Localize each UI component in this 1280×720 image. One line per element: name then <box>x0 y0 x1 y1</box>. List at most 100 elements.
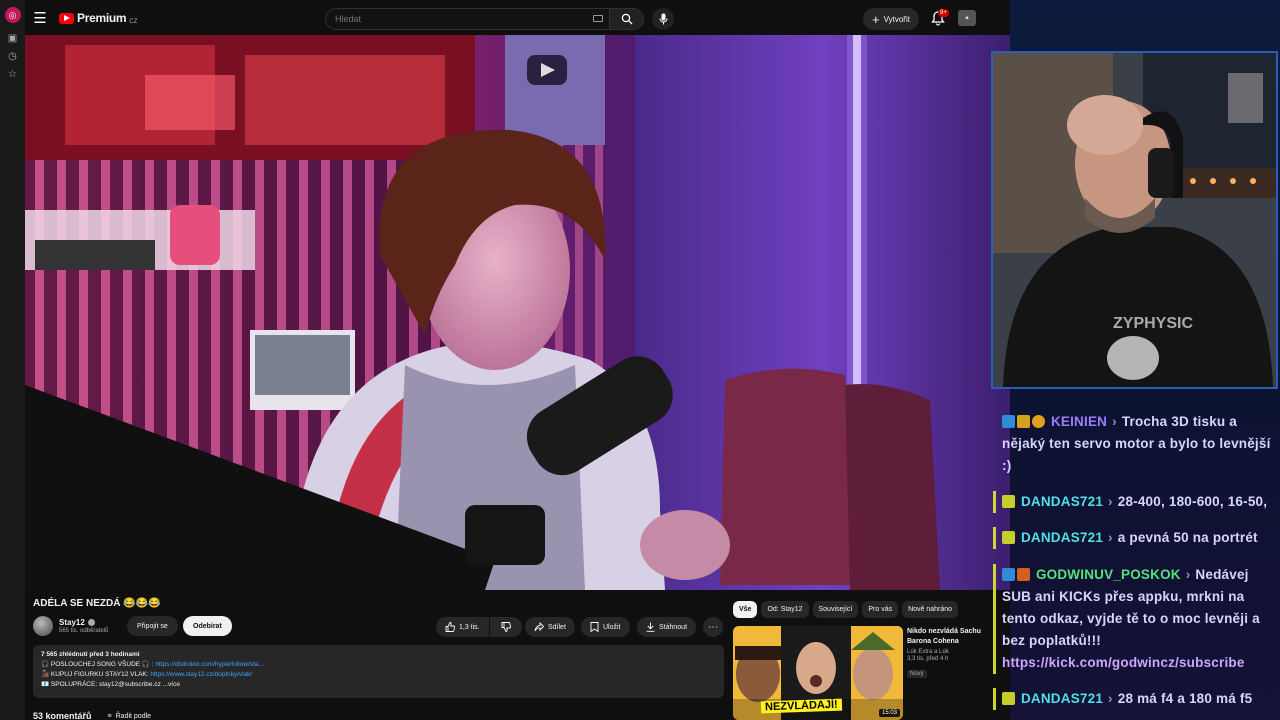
download-icon <box>646 622 655 632</box>
shirt-print: ZYPHYSIC <box>1113 315 1193 332</box>
more-dots-icon: ⋯ <box>708 621 718 633</box>
subscribe-button[interactable]: Odebírat <box>183 616 232 636</box>
video-frame-image <box>25 35 1010 590</box>
show-more-link[interactable]: ...více <box>163 681 180 688</box>
browser-logo-icon[interactable]: ◎ <box>4 7 21 23</box>
chat-highlight-bar <box>993 564 996 674</box>
keyboard-icon[interactable] <box>593 15 603 22</box>
hamburger-menu-icon[interactable]: ☰ <box>25 0 55 36</box>
download-label: Stáhnout <box>659 623 688 631</box>
recommended-video-thumbnail[interactable]: NEZVLÁDAJÍ! 15:03 <box>733 626 903 720</box>
logo-region: CZ <box>129 19 138 25</box>
badge-cube-icon <box>1002 415 1015 428</box>
account-avatar[interactable]: ▲ <box>958 10 976 26</box>
description-line-1-label: 🎧 POSLOUCHEJ SONG VŠUDE 🎧 : <box>41 661 156 668</box>
badge-crown-icon <box>1017 568 1030 581</box>
badge-gift-icon <box>1032 415 1045 428</box>
recommended-channel: Lúk Extra a Lúk <box>907 649 949 655</box>
chat-message: DANDAS721 › a pevná 50 na portrét <box>993 527 1273 549</box>
notification-count-badge: 9+ <box>938 9 949 17</box>
description-line-1: 🎧 POSLOUCHEJ SONG VŠUDE 🎧 : https://dist… <box>41 660 716 670</box>
more-actions-button[interactable]: ⋯ <box>703 617 723 637</box>
microphone-icon <box>659 13 667 25</box>
badge-crown-icon <box>1002 531 1015 544</box>
chat-message: GODWINUV_POSKOK › Nedávej SUB ani KICKs př… <box>993 564 1273 674</box>
bookmark-icon <box>590 622 599 632</box>
thumbs-up-icon <box>445 622 455 632</box>
badge-crown-icon <box>1002 495 1015 508</box>
channel-info[interactable]: Stay12 565 tis. odběratelů <box>33 616 108 636</box>
logo-text: Premium <box>77 11 127 25</box>
youtube-logo[interactable]: Premium CZ <box>59 11 137 25</box>
webcam-image: ZYPHYSIC <box>993 53 1276 387</box>
sort-comments-button[interactable]: ≡ Řadit podle <box>108 713 152 720</box>
youtube-play-icon <box>59 12 74 24</box>
chat-username[interactable]: DANDAS721 <box>1021 691 1103 706</box>
chat-text: 28-400, 180-600, 16-50, <box>1117 494 1268 509</box>
search-box[interactable] <box>325 8 610 30</box>
share-icon <box>534 622 544 632</box>
badge-crown-icon <box>1002 692 1015 705</box>
chat-text: 28 má f4 a 180 má f5 <box>1117 691 1253 706</box>
browser-sidebar: ◎ ▣ ◷ ☆ <box>0 0 25 720</box>
chip-related[interactable]: Související <box>812 601 859 618</box>
comments-header: 53 komentářů ≡ Řadit podle <box>33 711 151 720</box>
badge-crown-icon <box>1017 415 1030 428</box>
channel-name[interactable]: Stay12 <box>59 618 85 627</box>
chip-recently-uploaded[interactable]: Nově nahráno <box>902 601 959 618</box>
download-button[interactable]: Stáhnout <box>637 617 697 637</box>
save-button[interactable]: Uložit <box>581 617 630 637</box>
chip-for-you[interactable]: Pro vás <box>862 601 899 618</box>
recommended-video-info[interactable]: Nikdo nezvládá Sachu Barona Cohena Lúk E… <box>907 627 989 680</box>
search-button[interactable] <box>610 8 644 30</box>
description-line-2-label: 🚂 KUPUJ FIGURKU STAY12 VLAK: <box>41 671 151 678</box>
chat-username[interactable]: GODWINUV_POSKOK <box>1036 567 1181 582</box>
search-icon <box>621 13 632 25</box>
plus-icon: + <box>872 11 880 27</box>
recommended-meta: 3,3 tis. před 4 h <box>907 656 949 662</box>
sort-icon: ≡ <box>107 712 112 720</box>
chat-username[interactable]: DANDAS721 <box>1021 494 1103 509</box>
search-input[interactable] <box>335 14 575 24</box>
voice-search-button[interactable] <box>652 8 674 30</box>
chat-message: DANDAS721 › 28 má f4 a 180 má f5 <box>993 688 1273 710</box>
video-title: ADÉLA SE NEZDÁ 😂😂😂 <box>33 598 161 609</box>
verified-icon <box>87 619 95 626</box>
view-stats: 7 565 zhlédnutí před 3 hodinami <box>41 651 140 658</box>
chat-username[interactable]: DANDAS721 <box>1021 530 1103 545</box>
chat-link[interactable]: https://kick.com/godwincz/subscribe <box>1002 655 1245 670</box>
chip-all[interactable]: Vše <box>733 601 758 618</box>
channel-avatar[interactable] <box>33 616 53 636</box>
screen: ◎ ▣ ◷ ☆ ☰ Premium CZ + Vytvořit 9+ ▲ <box>0 0 1280 720</box>
recommended-video-title[interactable]: Nikdo nezvládá Sachu Barona Cohena <box>907 627 989 647</box>
stream-chat: KEINIEN › Trocha 3D tisku a nějaký ten ser… <box>992 405 1280 720</box>
create-button[interactable]: + Vytvořit <box>863 8 919 30</box>
description-box[interactable]: 7 565 zhlédnutí před 3 hodinami 🎧 POSLOU… <box>33 645 724 698</box>
distrokid-link[interactable]: https://distrokid.com/hyperfollow/sta... <box>155 661 263 668</box>
chat-highlight-bar <box>993 491 996 513</box>
stay12-shop-link[interactable]: https://www.stay12.cz/doplnky/vlak/ <box>150 671 252 678</box>
save-label: Uložit <box>603 623 621 631</box>
description-line-3: 📧 SPOLUPRÁCE: stay12@subscribe.cz ...víc… <box>41 680 716 690</box>
chat-message: KEINIEN › Trocha 3D tisku a nějaký ten ser… <box>1002 414 1271 473</box>
description-line-3-label: 📧 SPOLUPRÁCE: stay12@subscribe.cz <box>41 681 161 688</box>
history-icon[interactable]: ◷ <box>0 47 25 65</box>
bookmark-star-icon[interactable]: ☆ <box>0 65 25 83</box>
share-button[interactable]: Sdílet <box>525 617 575 637</box>
like-button[interactable]: 1,3 tis. <box>436 617 489 637</box>
dislike-button[interactable] <box>490 617 522 637</box>
chat-highlight-bar <box>993 527 996 549</box>
recommendation-filter-chips: Vše Od: Stay12 Související Pro vás Nově … <box>733 601 959 618</box>
channel-name-row[interactable]: Stay12 <box>59 618 108 627</box>
chat-highlight-bar <box>993 688 996 710</box>
create-label: Vytvořit <box>883 14 910 24</box>
share-label: Sdílet <box>548 623 566 631</box>
chip-from-channel[interactable]: Od: Stay12 <box>761 601 809 618</box>
chat-message: DANDAS721 › 28-400, 180-600, 16-50, <box>993 491 1273 513</box>
video-player[interactable] <box>25 35 1010 590</box>
badge-cube-icon <box>1002 568 1015 581</box>
tabs-icon[interactable]: ▣ <box>0 29 25 47</box>
join-button[interactable]: Připojit se <box>127 616 178 636</box>
chat-username[interactable]: KEINIEN <box>1051 414 1107 429</box>
description-line-2: 🚂 KUPUJ FIGURKU STAY12 VLAK: https://www… <box>41 670 716 680</box>
